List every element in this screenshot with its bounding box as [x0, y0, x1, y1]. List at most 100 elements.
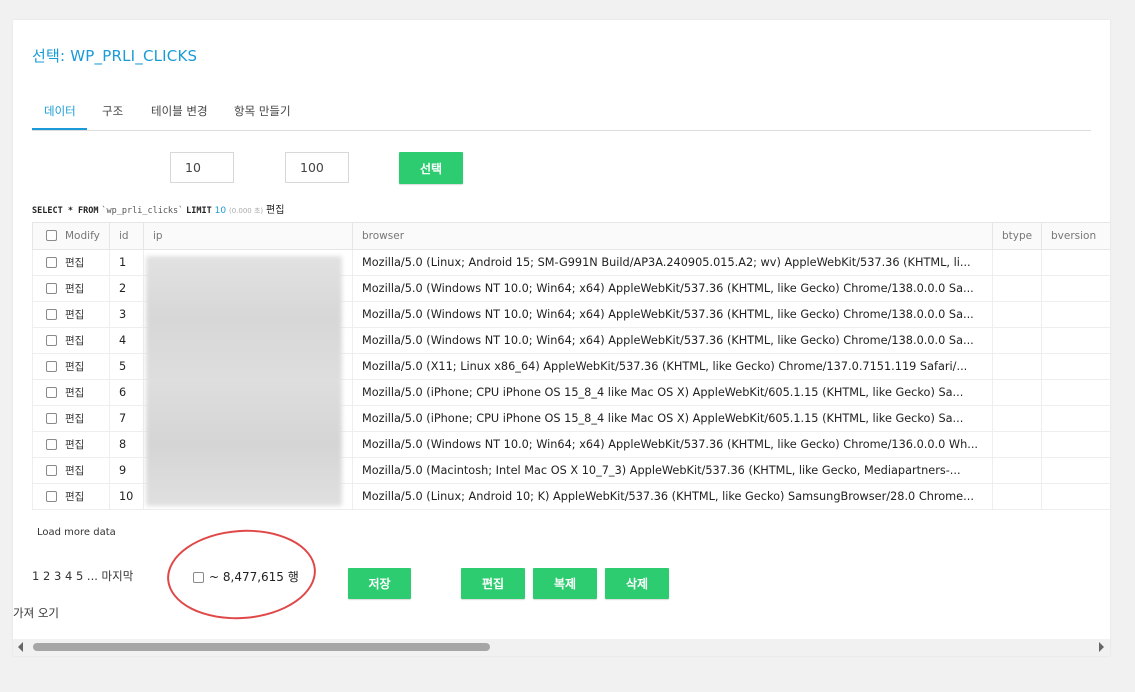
page-link-5[interactable]: 5: [76, 569, 83, 583]
table-header-row: Modify id ip browser btype bversion: [32, 222, 1110, 250]
row-browser: Mozilla/5.0 (iPhone; CPU iPhone OS 15_8_…: [352, 379, 993, 406]
row-btype: [992, 483, 1042, 510]
import-link[interactable]: 가져 오기: [13, 605, 59, 621]
page-link-1[interactable]: 1: [32, 569, 39, 583]
row-checkbox[interactable]: [46, 361, 57, 372]
row-modify-cell: 편집: [32, 457, 110, 484]
row-edit-link[interactable]: 편집: [65, 387, 84, 399]
row-browser: Mozilla/5.0 (Linux; Android 10; K) Apple…: [352, 483, 993, 510]
column-header-modify: Modify: [32, 222, 110, 250]
row-bversion: [1041, 327, 1110, 354]
page-title: 선택: WP_PRLI_CLICKS: [32, 47, 198, 65]
row-edit-link[interactable]: 편집: [65, 413, 84, 425]
sql-edit-link[interactable]: 편집: [266, 205, 284, 216]
page-link-4[interactable]: 4: [65, 569, 72, 583]
row-checkbox[interactable]: [46, 257, 57, 268]
row-edit-link[interactable]: 편집: [65, 465, 84, 477]
row-id: 4: [109, 327, 144, 354]
column-header-btype[interactable]: btype: [992, 222, 1042, 250]
sql-select-keyword: SELECT * FROM: [32, 206, 99, 216]
row-edit-link[interactable]: 편집: [65, 335, 84, 347]
column-header-bversion[interactable]: bversion: [1041, 222, 1110, 250]
scrollbar-thumb[interactable]: [33, 643, 490, 651]
horizontal-scrollbar[interactable]: [13, 639, 1110, 656]
row-edit-link[interactable]: 편집: [65, 283, 84, 295]
page-link-last[interactable]: 마지막: [102, 569, 134, 583]
scroll-right-arrow-icon[interactable]: [1099, 642, 1104, 652]
column-header-ip[interactable]: ip: [143, 222, 353, 250]
select-button[interactable]: 선택: [399, 152, 463, 184]
row-bversion: [1041, 379, 1110, 406]
select-all-checkbox[interactable]: [46, 230, 57, 241]
row-modify-cell: 편집: [32, 379, 110, 406]
row-checkbox[interactable]: [46, 387, 57, 398]
row-edit-link[interactable]: 편집: [65, 361, 84, 373]
main-panel: 선택: WP_PRLI_CLICKS 데이터 구조 테이블 변경 항목 만들기 …: [13, 20, 1110, 656]
row-browser: Mozilla/5.0 (Windows NT 10.0; Win64; x64…: [352, 301, 993, 328]
row-checkbox[interactable]: [46, 439, 57, 450]
row-edit-link[interactable]: 편집: [65, 491, 84, 503]
row-browser: Mozilla/5.0 (Macintosh; Intel Mac OS X 1…: [352, 457, 993, 484]
row-edit-link[interactable]: 편집: [65, 309, 84, 321]
row-browser: Mozilla/5.0 (X11; Linux x86_64) AppleWeb…: [352, 353, 993, 380]
row-browser: Mozilla/5.0 (Linux; Android 15; SM-G991N…: [352, 249, 993, 276]
row-id: 7: [109, 405, 144, 432]
row-bversion: [1041, 431, 1110, 458]
limit-input[interactable]: [285, 152, 349, 183]
row-checkbox[interactable]: [46, 309, 57, 320]
row-btype: [992, 275, 1042, 302]
row-id: 1: [109, 249, 144, 276]
row-modify-cell: 편집: [32, 327, 110, 354]
row-id: 2: [109, 275, 144, 302]
row-id: 6: [109, 379, 144, 406]
row-bversion: [1041, 353, 1110, 380]
column-header-browser[interactable]: browser: [352, 222, 993, 250]
page-link-2[interactable]: 2: [43, 569, 50, 583]
row-modify-cell: 편집: [32, 483, 110, 510]
tab-structure[interactable]: 구조: [102, 103, 123, 119]
edit-button[interactable]: 편집: [461, 568, 525, 599]
sql-query: SELECT * FROM `wp_prli_clicks` LIMIT 10 …: [32, 201, 284, 216]
sql-exec-time: (0.000 초): [228, 207, 264, 215]
offset-input[interactable]: [170, 152, 234, 183]
column-header-id[interactable]: id: [109, 222, 144, 250]
row-btype: [992, 379, 1042, 406]
row-modify-cell: 편집: [32, 405, 110, 432]
row-btype: [992, 405, 1042, 432]
row-bversion: [1041, 275, 1110, 302]
row-checkbox[interactable]: [46, 335, 57, 346]
row-checkbox[interactable]: [46, 491, 57, 502]
tab-new-item[interactable]: 항목 만들기: [234, 103, 291, 119]
tab-data[interactable]: 데이터: [44, 103, 76, 119]
row-browser: Mozilla/5.0 (iPhone; CPU iPhone OS 15_8_…: [352, 405, 993, 432]
annotation-circle: [164, 524, 319, 625]
row-modify-cell: 편집: [32, 301, 110, 328]
row-btype: [992, 457, 1042, 484]
pagination: 1 2 3 4 5 ... 마지막: [32, 568, 133, 584]
row-checkbox[interactable]: [46, 465, 57, 476]
save-button[interactable]: 저장: [348, 568, 411, 599]
row-bversion: [1041, 301, 1110, 328]
row-edit-link[interactable]: 편집: [65, 439, 84, 451]
load-more-link[interactable]: Load more data: [37, 527, 116, 538]
row-btype: [992, 353, 1042, 380]
row-browser: Mozilla/5.0 (Windows NT 10.0; Win64; x64…: [352, 327, 993, 354]
row-id: 3: [109, 301, 144, 328]
row-btype: [992, 249, 1042, 276]
scroll-left-arrow-icon[interactable]: [18, 642, 23, 652]
delete-button[interactable]: 삭제: [605, 568, 669, 599]
row-modify-cell: 편집: [32, 275, 110, 302]
row-id: 5: [109, 353, 144, 380]
row-checkbox[interactable]: [46, 283, 57, 294]
tab-alter-table[interactable]: 테이블 변경: [151, 103, 208, 119]
row-btype: [992, 301, 1042, 328]
clone-button[interactable]: 복제: [533, 568, 597, 599]
row-checkbox[interactable]: [46, 413, 57, 424]
row-modify-cell: 편집: [32, 249, 110, 276]
row-browser: Mozilla/5.0 (Windows NT 10.0; Win64; x64…: [352, 431, 993, 458]
sql-limit-keyword: LIMIT: [186, 206, 212, 216]
sql-table-name: `wp_prli_clicks`: [101, 206, 184, 216]
page-link-3[interactable]: 3: [54, 569, 61, 583]
row-bversion: [1041, 249, 1110, 276]
row-edit-link[interactable]: 편집: [65, 257, 84, 269]
